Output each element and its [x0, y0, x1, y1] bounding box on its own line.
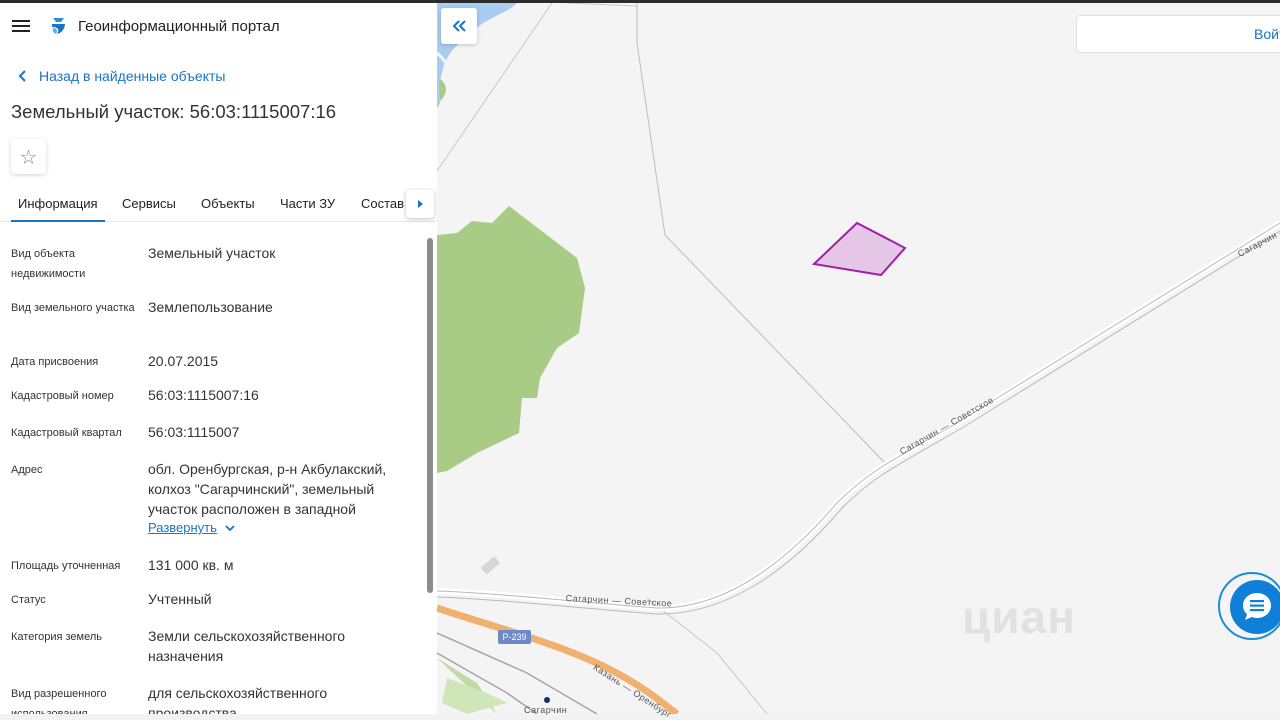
property-label: Категория земель — [11, 631, 102, 643]
property-label: Вид разрешенного использования — [11, 688, 107, 714]
field-boundary — [646, 597, 768, 714]
portal-title: Геоинформационный портал — [78, 18, 280, 35]
forest-area — [437, 206, 585, 473]
favorite-button[interactable]: ☆ — [11, 139, 46, 174]
scrollbar-thumb[interactable] — [427, 238, 433, 593]
tab-bar: Информация Сервисы Объекты Части ЗУ Сост… — [0, 186, 437, 222]
river-vegetation — [439, 78, 446, 101]
back-link-label: Назад в найденные объекты — [39, 68, 226, 84]
back-to-results-link[interactable]: Назад в найденные объекты — [14, 66, 225, 86]
property-label: Дата присвоения — [11, 356, 99, 368]
property-label: Вид объекта недвижимости — [11, 248, 86, 280]
highway-shield: Р-239 — [498, 630, 531, 644]
tab-composition[interactable]: Состав — [361, 196, 404, 211]
login-label: Войти — [1254, 26, 1280, 42]
chat-bubble-icon — [1243, 593, 1271, 620]
property-value: Земельный участок — [148, 245, 276, 261]
property-label: Кадастровый номер — [11, 390, 114, 402]
property-value: для сельскохозяйственного производства — [148, 685, 328, 714]
settlement-marker — [544, 697, 550, 703]
property-value: Землепользование — [148, 299, 273, 315]
hamburger-menu-icon[interactable] — [12, 20, 30, 33]
property-value: 20.07.2015 — [148, 353, 219, 369]
address-value: обл. Оренбургская, р-н Акбулакский, колх… — [148, 461, 387, 517]
info-panel: Геоинформационный портал Назад в найденн… — [0, 0, 437, 714]
expand-address-link[interactable]: Развернуть — [148, 520, 237, 535]
property-label: Статус — [11, 594, 46, 606]
tab-parcel-parts[interactable]: Части ЗУ — [280, 196, 335, 211]
tab-objects[interactable]: Объекты — [201, 196, 255, 211]
map-canvas — [437, 3, 1280, 714]
window-top-edge — [0, 0, 1280, 3]
property-label: Вид земельного участка — [11, 302, 135, 314]
tabs-scroll-right-button[interactable] — [406, 190, 434, 218]
properties-list: Вид объекта недвижимости Земельный участ… — [0, 223, 425, 714]
property-label: Площадь уточненная — [11, 560, 121, 572]
property-value: Учтенный — [148, 591, 212, 607]
portal-logo-icon — [52, 18, 65, 34]
collapse-panel-button[interactable] — [441, 8, 477, 44]
tab-information[interactable]: Информация — [11, 196, 105, 222]
property-value: Земли сельскохозяйственного назначения — [148, 628, 346, 664]
cian-watermark: циан — [962, 591, 1076, 643]
double-chevron-left-icon — [452, 20, 466, 32]
land-parcel-outline[interactable] — [811, 221, 907, 277]
building — [480, 556, 501, 575]
expand-label: Развернуть — [148, 520, 217, 535]
property-label: Адрес — [11, 464, 43, 476]
login-button[interactable]: Войти — [1076, 15, 1280, 53]
property-label: Кадастровый квартал — [11, 427, 122, 439]
chevron-down-icon — [225, 524, 235, 531]
field-boundary — [566, 3, 638, 7]
property-value: 56:03:1115007 — [148, 424, 240, 440]
object-title: Земельный участок: 56:03:1115007:16 — [11, 101, 337, 122]
property-row-address: Адрес обл. Оренбургская, р-н Акбулакский… — [0, 460, 425, 540]
property-value: 131 000 кв. м — [148, 557, 234, 573]
property-value: 56:03:1115007:16 — [148, 387, 259, 403]
map-view[interactable] — [437, 3, 1280, 714]
chat-button[interactable] — [1230, 580, 1280, 634]
chevron-left-icon — [18, 70, 26, 82]
properties-scrollbar[interactable] — [427, 238, 433, 714]
tab-services[interactable]: Сервисы — [122, 196, 176, 211]
app-header: Геоинформационный портал — [0, 3, 437, 49]
star-icon: ☆ — [19, 144, 38, 169]
